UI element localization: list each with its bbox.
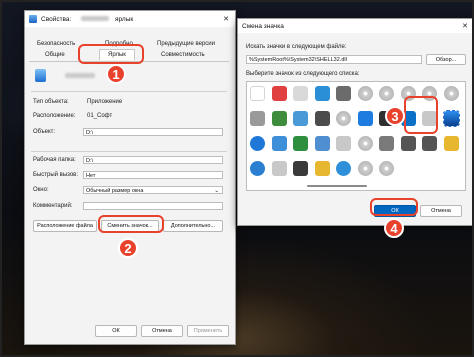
ok-button[interactable]: ОК xyxy=(95,325,137,337)
horizontal-scrollbar[interactable] xyxy=(307,185,367,187)
callout-step-4: 4 xyxy=(384,218,404,238)
tab-previous-versions[interactable]: Предыдущие версии xyxy=(157,41,215,47)
object-field[interactable]: D:\ xyxy=(83,128,223,136)
divider xyxy=(31,151,227,152)
callout-ring-ok xyxy=(370,198,418,216)
object-value: D:\ xyxy=(86,130,94,136)
callout-ring-shortcut-tab xyxy=(78,44,144,64)
dialog-cancel-button[interactable]: Отмена xyxy=(420,205,462,217)
disc-icon[interactable] xyxy=(443,86,459,101)
comment-label: Комментарий: xyxy=(33,203,73,209)
globe-icon[interactable] xyxy=(336,161,351,176)
type-label: Тип объекта: xyxy=(33,99,69,105)
advanced-button[interactable]: Дополнительно... xyxy=(163,220,223,232)
network-icon[interactable] xyxy=(293,111,308,126)
drive-icon[interactable] xyxy=(400,136,416,151)
close-button[interactable]: ✕ xyxy=(456,19,474,33)
help-icon[interactable] xyxy=(250,136,265,151)
redacted-name xyxy=(81,16,109,21)
comment-field[interactable] xyxy=(83,202,223,210)
dialog-title: Смена значка xyxy=(242,22,284,30)
display-icon[interactable] xyxy=(271,136,287,151)
info-icon[interactable] xyxy=(250,161,265,176)
cancel-button[interactable]: Отмена xyxy=(141,325,183,337)
object-label: Объект: xyxy=(33,129,56,135)
cd-icon[interactable] xyxy=(379,161,394,176)
printer-icon[interactable] xyxy=(271,161,287,176)
drive-icon[interactable] xyxy=(422,136,437,151)
phone-device-icon[interactable] xyxy=(442,110,460,127)
folder-icon[interactable] xyxy=(314,161,330,176)
location-label: Расположение: xyxy=(33,113,76,119)
keyboard-icon[interactable] xyxy=(314,111,330,126)
printer-icon[interactable] xyxy=(336,136,351,151)
arrow-right-icon[interactable] xyxy=(357,111,373,126)
cd-icon[interactable] xyxy=(357,161,373,176)
cd-icon[interactable] xyxy=(357,136,373,151)
hotkey-label: Быстрый вызов: xyxy=(33,172,79,178)
window-title: Свойства: xyxy=(41,15,72,23)
cd-icon[interactable] xyxy=(336,111,351,126)
window-size-select[interactable]: Обычный размер окна ⌄ xyxy=(83,186,223,194)
callout-ring-change-icon xyxy=(98,215,164,233)
redacted-app-name xyxy=(65,73,95,78)
shortcut-app-icon xyxy=(35,69,46,82)
apply-button[interactable]: Применить xyxy=(187,325,229,337)
icon-path-field[interactable]: %SystemRoot%\System32\SHELL32.dll xyxy=(246,55,422,64)
hotkey-field[interactable]: Нет xyxy=(83,171,223,179)
properties-titlebar: Свойства: ярлык ✕ xyxy=(25,11,235,27)
disc-icon[interactable] xyxy=(357,86,373,101)
select-icon-label: Выберите значок из следующего списка: xyxy=(246,71,360,77)
monitor-globe-icon[interactable] xyxy=(314,86,330,101)
callout-ring-selected-icon xyxy=(404,96,438,134)
window-title-suffix: ярлык xyxy=(115,15,134,23)
callout-step-2: 2 xyxy=(118,238,138,258)
tab-compatibility[interactable]: Совместимость xyxy=(161,52,205,58)
workdir-field[interactable]: D:\ xyxy=(83,156,223,164)
hotkey-value: Нет xyxy=(86,173,96,179)
doc-error-icon[interactable] xyxy=(271,86,287,101)
close-button[interactable]: ✕ xyxy=(217,11,235,27)
location-value: 01_Софт xyxy=(87,113,113,119)
browse-button[interactable]: Обзор... xyxy=(426,54,466,65)
callout-step-1: 1 xyxy=(106,64,126,84)
check-icon[interactable] xyxy=(293,136,308,151)
search-file-label: Искать значки в следующем файле: xyxy=(246,44,347,50)
tab-security[interactable]: Безопасность xyxy=(37,41,75,47)
change-icon-dialog: Смена значка ✕ Искать значки в следующем… xyxy=(237,18,474,226)
open-location-button[interactable]: Расположение файла xyxy=(33,220,97,232)
tab-general[interactable]: Общие xyxy=(45,52,65,58)
chip-icon[interactable] xyxy=(271,111,287,126)
window-icon xyxy=(29,15,37,23)
users-icon[interactable] xyxy=(314,136,330,151)
icon-path-value: %SystemRoot%\System32\SHELL32.dll xyxy=(249,57,347,63)
chevron-down-icon: ⌄ xyxy=(214,188,219,194)
disk-icon[interactable] xyxy=(336,86,351,101)
folder-icon[interactable] xyxy=(443,136,459,151)
window-size-value: Обычный размер окна xyxy=(86,188,144,194)
blank-icon[interactable] xyxy=(250,86,265,101)
disc-icon[interactable] xyxy=(379,86,394,101)
workdir-value: D:\ xyxy=(86,158,94,164)
type-value: Приложение xyxy=(87,99,123,105)
workdir-label: Рабочая папка: xyxy=(33,157,76,163)
pc-icon[interactable] xyxy=(293,161,308,176)
dialog-titlebar: Смена значка ✕ xyxy=(238,19,474,33)
drive-icon[interactable] xyxy=(250,111,265,126)
divider xyxy=(31,91,227,92)
window-label: Окно: xyxy=(33,187,49,193)
callout-step-3: 3 xyxy=(385,106,405,126)
card-icon[interactable] xyxy=(293,86,308,101)
drive-icon[interactable] xyxy=(379,136,394,151)
